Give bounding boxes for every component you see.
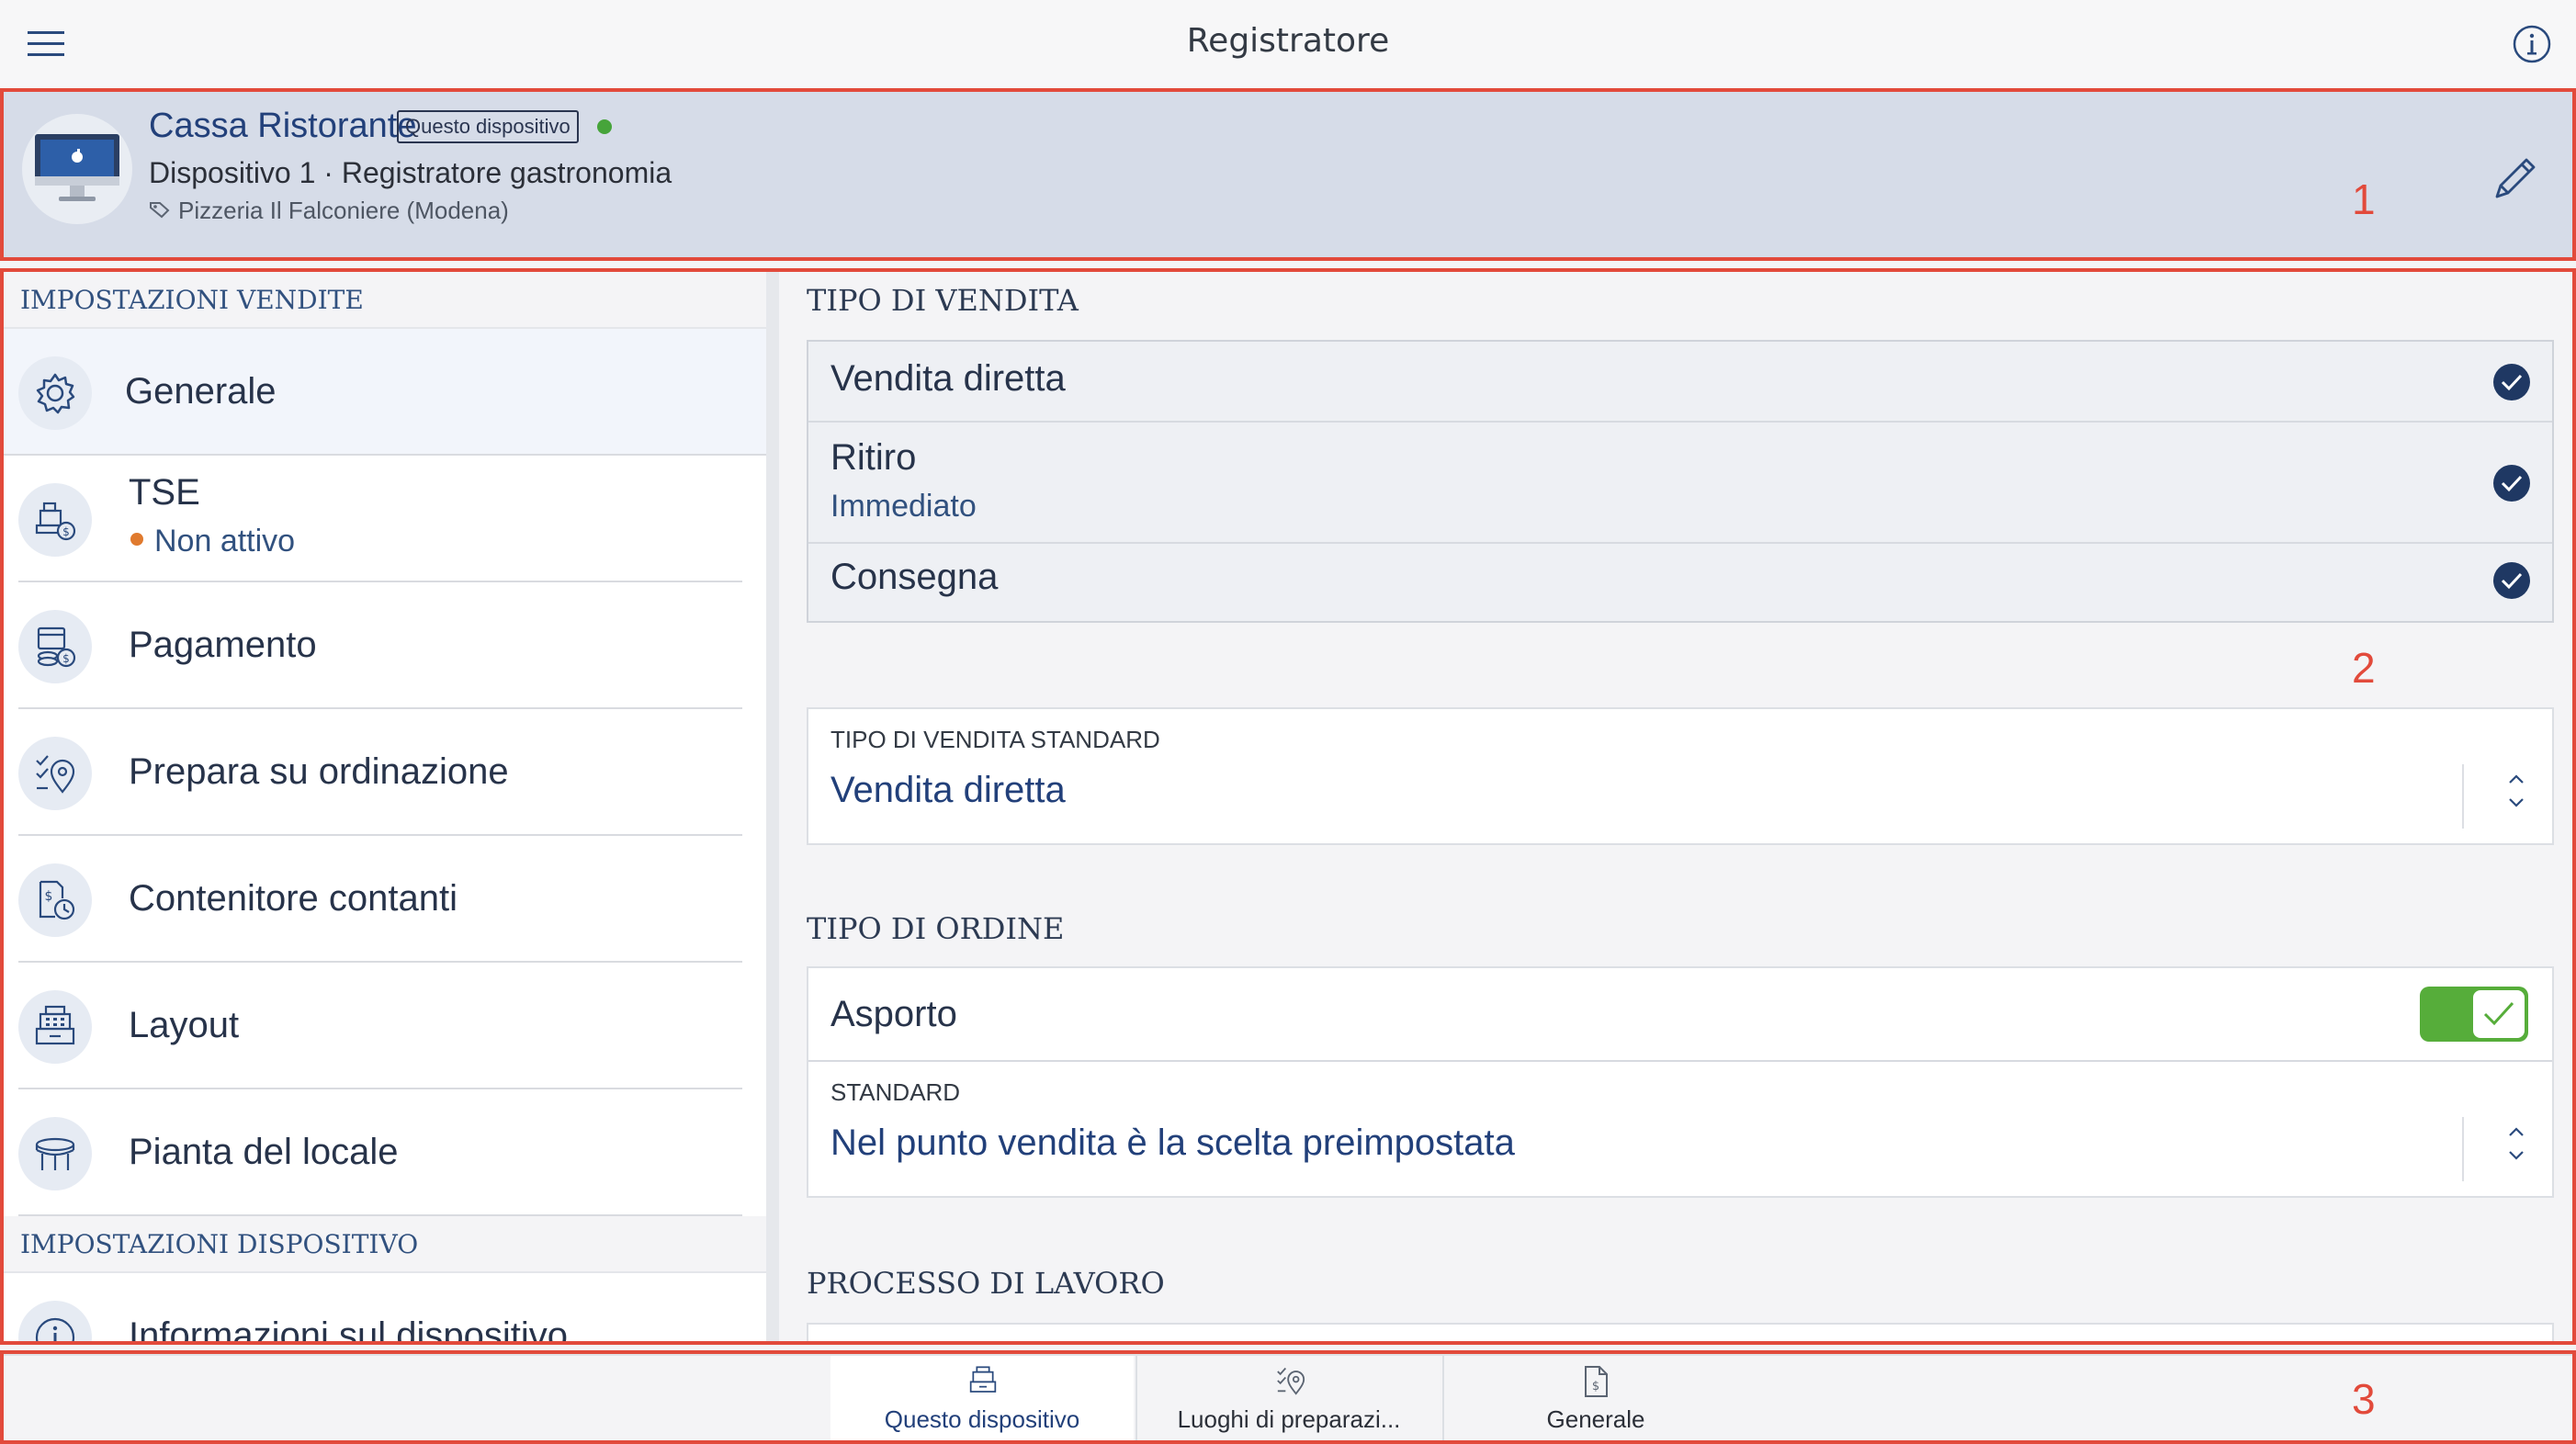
pane-divider (766, 272, 779, 1341)
sale-type-vendita-diretta[interactable]: Vendita diretta (808, 342, 2552, 423)
sale-type-label: Consegna (830, 557, 999, 597)
sale-type-heading: TIPO DI VENDITA (807, 283, 1079, 318)
sidebar-item-label: Pagamento (129, 625, 317, 665)
takeaway-toggle[interactable] (2420, 987, 2528, 1042)
device-subtitle: Dispositivo 1 · Registratore gastronomia (149, 156, 672, 189)
sidebar-item-label: TSE (129, 472, 200, 513)
svg-text:$: $ (45, 889, 53, 904)
cash-drawer-icon: $ (18, 863, 92, 937)
info-icon (18, 1301, 92, 1341)
toggle-knob (2473, 990, 2525, 1038)
tab-questo-dispositivo[interactable]: Questo dispositivo (830, 1356, 1134, 1442)
sidebar-item-pagamento[interactable]: $ Pagamento (18, 582, 742, 709)
standard-sale-type-caption: TIPO DI VENDITA STANDARD (830, 726, 1160, 753)
online-status-dot (597, 119, 612, 134)
device-name: Cassa Ristorante (149, 107, 417, 145)
tab-label: Luoghi di preparazi... (1177, 1405, 1401, 1433)
store-tag-icon (149, 200, 171, 219)
device-location: Pizzeria Il Falconiere (Modena) (178, 197, 509, 224)
sale-types-list: Vendita diretta Ritiro Immediato Consegn… (807, 340, 2554, 623)
sale-type-ritiro[interactable]: Ritiro Immediato (808, 423, 2552, 544)
standard-sale-type-card: TIPO DI VENDITA STANDARD Vendita diretta (807, 707, 2554, 845)
info-icon[interactable] (2512, 24, 2552, 64)
sidebar-item-contenitore-contanti[interactable]: $ Contenitore contanti (18, 836, 742, 963)
settings-detail-pane: TIPO DI VENDITA Vendita diretta Ritiro I… (779, 272, 2572, 1341)
work-process-card (807, 1323, 2554, 1341)
prepare-icon (1275, 1365, 1306, 1396)
device-avatar (22, 114, 132, 224)
sidebar-item-tse[interactable]: $ TSE Non attivo (18, 456, 742, 582)
checkmark-icon (2483, 1001, 2514, 1026)
app-title: Registratore (1186, 22, 1390, 60)
this-device-badge: Questo dispositivo (397, 110, 579, 143)
standard-caption: STANDARD (830, 1078, 961, 1106)
sidebar-item-pianta-del-locale[interactable]: Pianta del locale (18, 1089, 742, 1216)
sale-type-label: Ritiro (830, 437, 917, 478)
warning-status-dot (130, 533, 143, 547)
sidebar-item-label: Pianta del locale (129, 1132, 399, 1172)
chevron-up-down-icon (2506, 772, 2526, 812)
tab-generale[interactable]: $ Generale (1444, 1356, 1747, 1442)
top-bar: Registratore (0, 0, 2576, 88)
sale-type-consegna[interactable]: Consegna (808, 544, 2552, 621)
sidebar-item-label: Generale (125, 371, 277, 412)
sidebar-item-label: Layout (129, 1005, 240, 1045)
tse-status-text: Non attivo (154, 524, 296, 558)
device-header[interactable]: Cassa Ristorante Questo dispositivo Disp… (4, 92, 2572, 257)
prepare-icon (18, 737, 92, 810)
sidebar-item-generale[interactable]: Generale (4, 329, 766, 456)
tab-label: Questo dispositivo (884, 1405, 1080, 1433)
document-icon: $ (1582, 1365, 1610, 1398)
standard-sale-type-picker[interactable]: TIPO DI VENDITA STANDARD Vendita diretta (808, 709, 2552, 843)
checkmark-icon (2493, 562, 2530, 599)
bottom-tab-bar: Questo dispositivo Luoghi di preparazi..… (4, 1354, 2572, 1442)
tse-icon: $ (18, 483, 92, 557)
sidebar-item-layout[interactable]: Layout (18, 963, 742, 1089)
svg-text:$: $ (1592, 1380, 1599, 1393)
tab-label: Generale (1546, 1405, 1645, 1433)
order-type-heading: TIPO DI ORDINE (807, 911, 1065, 946)
sidebar-item-label: Contenitore contanti (129, 878, 458, 919)
checkmark-icon (2493, 364, 2530, 400)
section-device-settings: IMPOSTAZIONI DISPOSITIVO (4, 1216, 766, 1273)
order-type-card: Asporto STANDARD Nel punto vendita è la … (807, 966, 2554, 1198)
register-icon (18, 990, 92, 1064)
checkmark-icon (2493, 465, 2530, 502)
settings-sidebar: IMPOSTAZIONI VENDITE Generale $ TSE Non … (4, 272, 766, 1341)
standard-value: Nel punto vendita è la scelta preimposta… (830, 1122, 1515, 1163)
sidebar-item-prepara-su-ordinazione[interactable]: Prepara su ordinazione (18, 709, 742, 836)
standard-order-picker[interactable]: STANDARD Nel punto vendita è la scelta p… (808, 1062, 2552, 1196)
svg-text:$: $ (62, 652, 70, 665)
tab-luoghi-di-preparazione[interactable]: Luoghi di preparazi... (1137, 1356, 1441, 1442)
takeaway-label: Asporto (830, 994, 957, 1034)
takeaway-row[interactable]: Asporto (808, 968, 2552, 1062)
tse-status: Non attivo (130, 524, 295, 559)
table-icon (18, 1117, 92, 1190)
gear-icon (18, 356, 92, 430)
sidebar-item-informazioni-sul-dispositivo[interactable]: Informazioni sul dispositivo (18, 1273, 742, 1341)
chevron-up-down-icon (2506, 1124, 2526, 1165)
work-process-heading: PROCESSO DI LAVORO (807, 1266, 1165, 1301)
sidebar-item-label: Informazioni sul dispositivo (129, 1315, 568, 1341)
svg-text:$: $ (62, 525, 70, 538)
picker-separator (2462, 1117, 2464, 1181)
register-icon (968, 1365, 998, 1396)
sale-type-sublabel: Immediato (830, 489, 977, 524)
picker-separator (2462, 764, 2464, 829)
edit-pencil-icon[interactable] (2490, 152, 2541, 204)
sidebar-item-label: Prepara su ordinazione (129, 751, 509, 792)
monitor-icon (35, 134, 119, 201)
section-sales-settings: IMPOSTAZIONI VENDITE (4, 272, 766, 329)
payment-icon: $ (18, 610, 92, 683)
standard-sale-type-value: Vendita diretta (830, 770, 1066, 810)
sale-type-label: Vendita diretta (830, 358, 1066, 399)
